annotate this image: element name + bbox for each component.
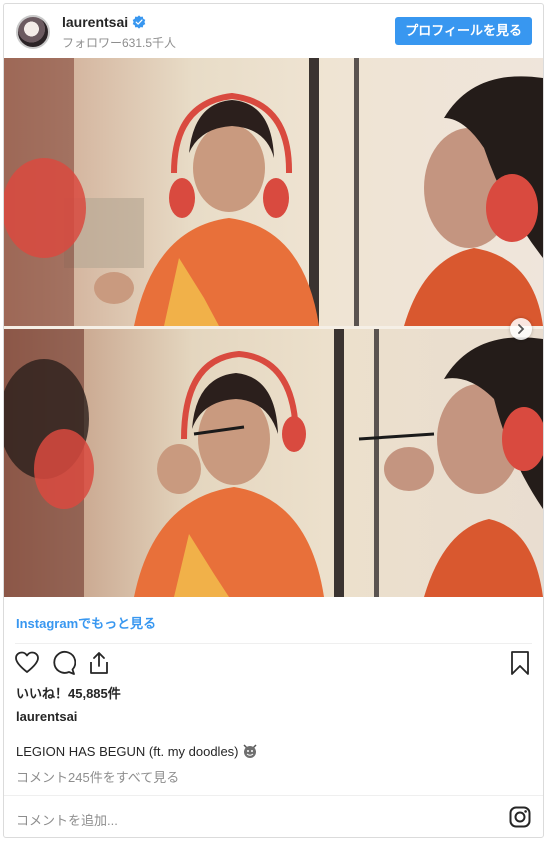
caption-text: LEGION HAS BEGUN (ft. my doodles)	[16, 743, 239, 759]
media-frame-bottom	[4, 329, 543, 597]
share-icon[interactable]	[86, 650, 112, 676]
view-all-comments-link[interactable]: コメント245件をすべて見る	[16, 767, 179, 786]
devil-emoji-icon	[242, 744, 257, 758]
verified-badge-icon	[132, 15, 146, 29]
view-profile-button[interactable]: プロフィールを見る	[395, 17, 532, 45]
post-header: laurentsai フォロワー631.5千人 プロフィールを見る	[4, 4, 543, 60]
follower-count: フォロワー631.5千人	[62, 36, 177, 50]
add-comment-input[interactable]: コメントを追加...	[16, 810, 118, 829]
like-count[interactable]: いいね！45,885件	[16, 683, 121, 702]
divider	[15, 643, 532, 644]
comment-icon[interactable]	[50, 650, 76, 676]
caption: LEGION HAS BEGUN (ft. my doodles)	[16, 743, 258, 759]
post-owner-username[interactable]: laurentsai	[16, 709, 77, 724]
heart-icon[interactable]	[14, 650, 40, 676]
chevron-right-icon	[518, 324, 525, 334]
divider	[4, 795, 543, 796]
post-media[interactable]	[4, 58, 543, 597]
view-more-on-instagram-link[interactable]: Instagramでもっと見る	[16, 613, 156, 632]
avatar[interactable]	[16, 15, 50, 49]
username[interactable]: laurentsai	[62, 14, 128, 30]
instagram-embed: laurentsai フォロワー631.5千人 プロフィールを見る Instag…	[3, 3, 544, 838]
media-frame-top	[4, 58, 543, 326]
instagram-logo-icon[interactable]	[509, 806, 531, 828]
username-row: laurentsai	[62, 14, 146, 30]
next-image-button[interactable]	[510, 318, 532, 340]
bookmark-icon[interactable]	[507, 650, 533, 676]
